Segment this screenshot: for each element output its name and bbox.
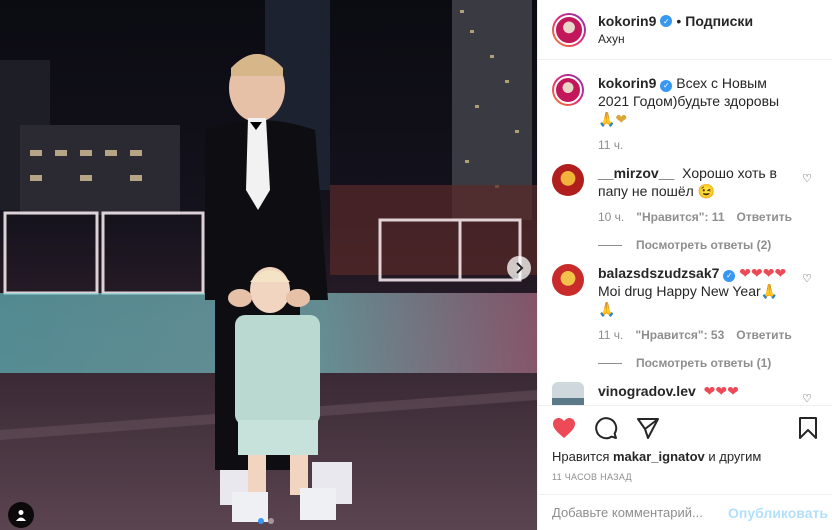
- verified-badge-icon: ✓: [660, 15, 673, 27]
- like-button[interactable]: [552, 417, 576, 439]
- post-caption: kokorin9 ✓ Всех с Новым 2021 Годом)будьте…: [552, 74, 818, 152]
- likes-prefix: Нравится: [552, 449, 610, 464]
- post-location[interactable]: Ахун: [598, 32, 753, 46]
- liked-by-user[interactable]: makar_ignatov: [613, 449, 705, 464]
- comment-likes[interactable]: "Нравится": 11: [636, 210, 724, 224]
- comment-like-icon[interactable]: ♡: [802, 392, 812, 405]
- comment-time[interactable]: 10 ч.: [598, 210, 624, 224]
- commenter-avatar[interactable]: [552, 164, 584, 196]
- comment-username[interactable]: vinogradov.lev: [598, 383, 696, 399]
- tagged-people-button[interactable]: [8, 502, 34, 528]
- caption-username[interactable]: kokorin9: [598, 75, 656, 91]
- view-replies-button[interactable]: Посмотреть ответы (1): [598, 356, 818, 370]
- verified-badge-icon: ✓: [723, 270, 736, 282]
- view-replies-label: Посмотреть ответы (1): [636, 356, 772, 370]
- separator: •: [676, 13, 682, 29]
- post-side-panel: kokorin9 ✓ • Подписки Ахун kokorin9 ✓ Все…: [537, 0, 832, 530]
- night-scene-image: [0, 0, 537, 530]
- comment-emojis-before: ❤❤❤❤: [739, 265, 787, 281]
- reply-button[interactable]: Ответить: [736, 328, 791, 342]
- likes-others[interactable]: и другим: [708, 449, 761, 464]
- post-actions: [538, 405, 832, 449]
- commenter-avatar[interactable]: [552, 382, 584, 405]
- comment-emojis-before: ❤❤❤: [703, 383, 739, 399]
- comment-likes[interactable]: "Нравится": 53: [635, 328, 724, 342]
- publish-button[interactable]: Опубликовать: [728, 505, 828, 521]
- view-replies-label: Посмотреть ответы (2): [636, 238, 772, 252]
- save-button[interactable]: [798, 416, 818, 440]
- carousel-dot: [268, 518, 274, 524]
- author-avatar[interactable]: [552, 12, 586, 47]
- view-replies-button[interactable]: Посмотреть ответы (2): [598, 238, 818, 252]
- verified-badge-icon: ✓: [660, 80, 673, 92]
- comment-item: balazsdszudzsak7 ✓ ❤❤❤❤ Moi drug Happy Ne…: [552, 264, 818, 342]
- comment-time[interactable]: 11 ч.: [598, 328, 623, 342]
- comment-button[interactable]: [594, 416, 618, 440]
- person-tag-icon: [16, 510, 26, 521]
- comment-item: __mirzov__ Хорошо хоть в папу не пошёл 😉…: [552, 164, 818, 224]
- likes-summary: Нравится makar_ignatov и другим: [538, 449, 832, 464]
- chevron-right-icon: [516, 262, 524, 274]
- heart-filled-icon: [553, 417, 575, 438]
- caption-avatar[interactable]: [552, 74, 584, 106]
- post-timestamp[interactable]: 11 ЧАСОВ НАЗАД: [538, 464, 832, 482]
- instagram-post: kokorin9 ✓ • Подписки Ахун kokorin9 ✓ Все…: [0, 0, 832, 530]
- comments-list[interactable]: kokorin9 ✓ Всех с Новым 2021 Годом)будьте…: [538, 60, 832, 405]
- author-username[interactable]: kokorin9: [598, 13, 656, 29]
- comment-username[interactable]: __mirzov__: [598, 165, 674, 181]
- caption-emojis: 🙏❤: [598, 111, 628, 127]
- carousel-dot-active: [258, 518, 264, 524]
- reply-button[interactable]: Ответить: [737, 210, 792, 224]
- share-button[interactable]: [636, 416, 660, 440]
- following-button[interactable]: Подписки: [685, 13, 753, 29]
- post-photo[interactable]: [0, 0, 537, 530]
- commenter-avatar[interactable]: [552, 264, 584, 296]
- carousel-indicator: [258, 518, 274, 524]
- comment-item: vinogradov.lev ❤❤❤ ♡: [552, 382, 818, 405]
- comment-like-icon[interactable]: ♡: [802, 172, 812, 185]
- comment-input[interactable]: [552, 505, 728, 520]
- comment-text: Moi drug Happy New Year: [598, 283, 761, 299]
- caption-time[interactable]: 11 ч.: [598, 138, 623, 152]
- comment-username[interactable]: balazsdszudzsak7: [598, 265, 719, 281]
- comment-like-icon[interactable]: ♡: [802, 272, 812, 285]
- post-header: kokorin9 ✓ • Подписки Ахун: [538, 0, 832, 60]
- comment-icon: [595, 416, 618, 439]
- next-slide-button[interactable]: [507, 256, 531, 280]
- comment-emojis: 😉: [697, 183, 716, 199]
- add-comment-bar: Опубликовать: [538, 494, 832, 530]
- bookmark-icon: [799, 416, 817, 439]
- send-icon: [637, 417, 659, 439]
